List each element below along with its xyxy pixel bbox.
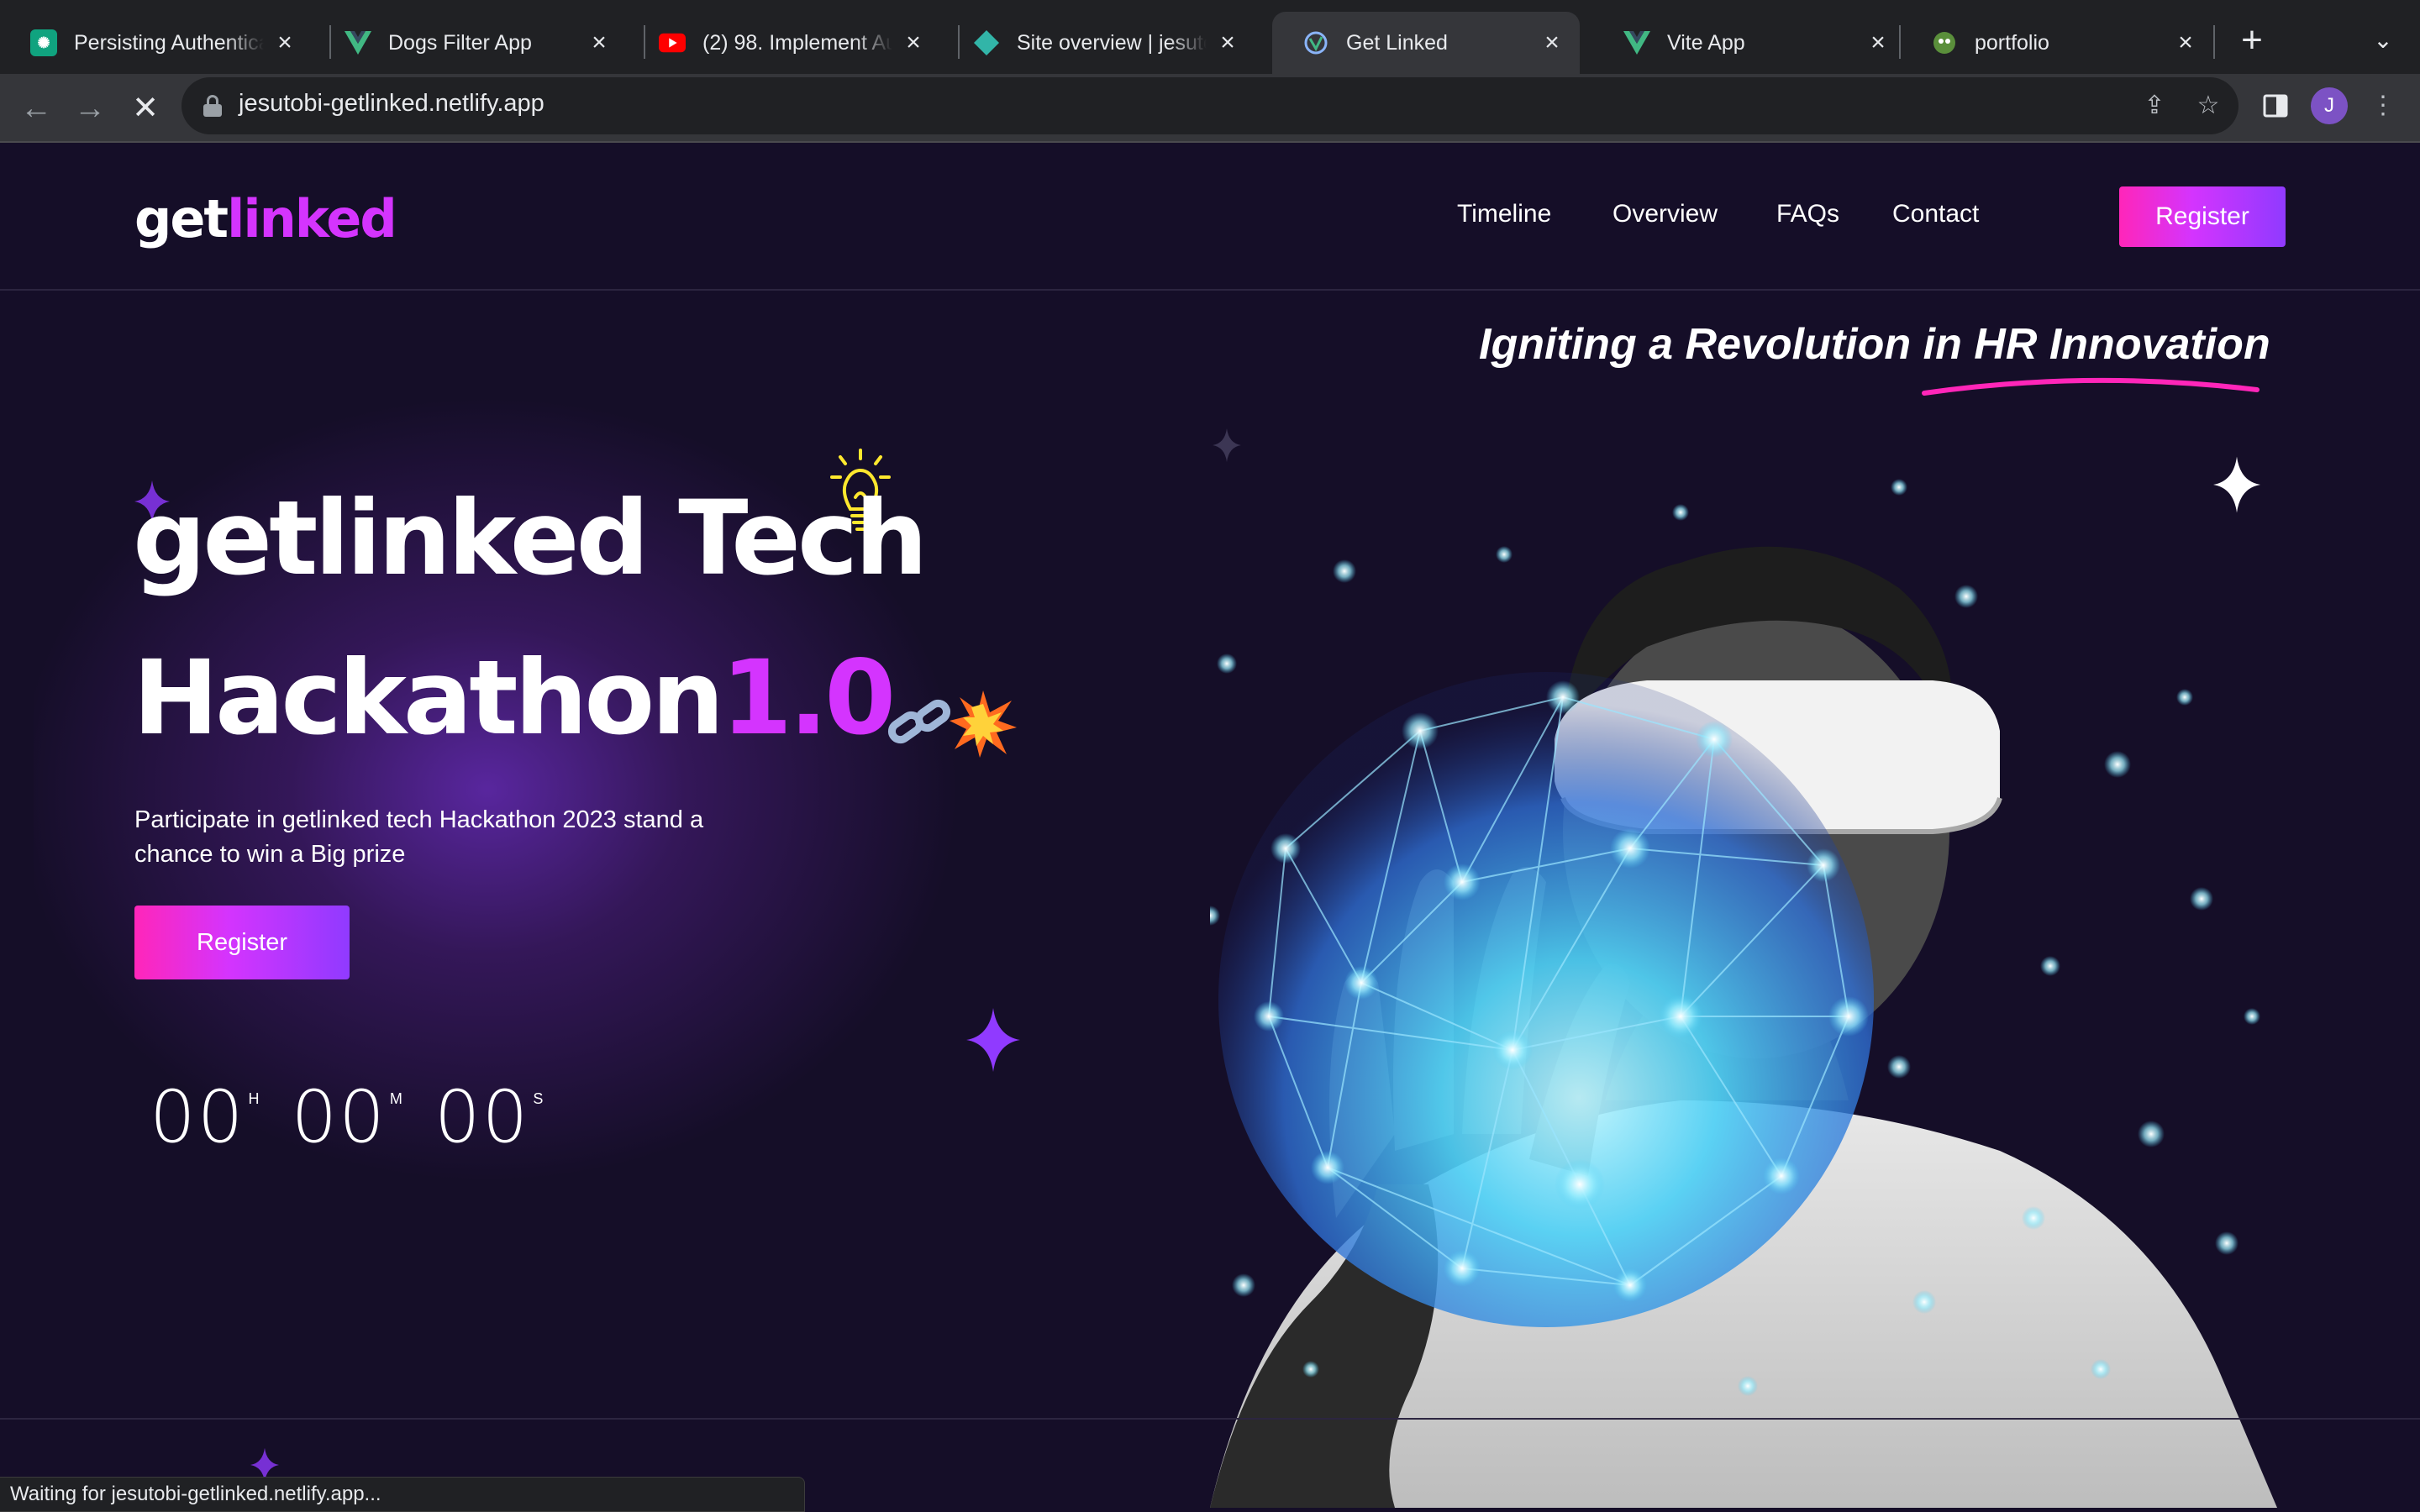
vue-icon [345,29,371,56]
tab-netlify[interactable]: Site overview | jesutobi × [943,12,1255,74]
timer-seconds-unit: S [533,1090,544,1107]
hero-register-button[interactable]: Register [134,906,350,979]
tab-get-linked[interactable]: Get Linked × [1272,12,1580,74]
vue-icon [1623,29,1650,56]
share-icon[interactable]: ⇪ [2136,87,2173,124]
tab-title: Vite App [1667,30,1745,55]
timer-hours-unit: H [248,1090,260,1107]
close-icon[interactable]: × [1865,29,1891,56]
hero-vr-illustration [1210,479,2277,1508]
side-panel-icon[interactable] [2257,87,2294,124]
collision-burst-icon [950,690,1017,758]
tab-persisting-auth[interactable]: ✺ Persisting Authentication × [0,12,313,74]
chain-link-icon [887,699,951,744]
tab-youtube[interactable]: (2) 98. Implement Auth × [629,12,941,74]
sparkle-star-icon [966,1008,1020,1072]
browser-status-bar: Waiting for jesutobi-getlinked.netlify.a… [0,1477,805,1512]
page-content: getlinked Timeline Overview FAQs Contact… [0,143,2420,1512]
close-icon[interactable]: × [901,29,926,56]
tab-title: Dogs Filter App [388,30,532,55]
stop-loading-icon[interactable]: ✕ [126,89,165,128]
timer-seconds: 00 [434,1075,530,1159]
section-divider [0,1418,2420,1420]
tab-dogs-filter[interactable]: Dogs Filter App × [314,12,627,74]
nav-link-contact[interactable]: Contact [1892,200,1979,228]
new-tab-button[interactable]: + [2235,22,2269,59]
lock-icon[interactable] [203,95,222,117]
tab-separator [2213,25,2215,59]
back-arrow-icon[interactable]: ← [17,89,55,128]
nav-link-overview[interactable]: Overview [1612,200,1718,228]
nav-link-faqs[interactable]: FAQs [1776,200,1839,228]
close-icon[interactable]: × [1539,29,1565,56]
logo-accent: linked [227,188,397,249]
tab-title: Site overview | jesutobi [1017,30,1207,55]
header-register-button[interactable]: Register [2119,186,2286,247]
close-icon[interactable]: × [587,29,612,56]
close-icon[interactable]: × [272,29,297,56]
site-header: getlinked Timeline Overview FAQs Contact… [0,143,2420,291]
tab-strip: ✺ Persisting Authentication × Dogs Filte… [0,0,2420,74]
chatgpt-icon: ✺ [30,29,57,56]
vite-icon [1302,29,1329,56]
site-logo[interactable]: getlinked [134,188,397,249]
github-icon [1931,29,1958,56]
tab-portfolio[interactable]: portfolio × [1901,12,2213,74]
tab-title: portfolio [1975,30,2049,55]
netlify-icon [973,29,1000,56]
chevron-down-icon[interactable]: ⌄ [2366,24,2400,57]
hero-version: 1.0 [721,638,896,758]
bookmark-star-icon[interactable]: ☆ [2190,87,2227,124]
timer-minutes-unit: M [389,1090,402,1107]
nav-link-timeline[interactable]: Timeline [1457,200,1551,228]
hero-title-line1: getlinked Tech [133,479,928,598]
timer-hours: 00 [150,1075,245,1159]
hero-title-line2: Hackathon1.0 [133,647,896,749]
countdown-timer: 00 H 00 M 00 S [150,1075,575,1159]
hero-description: Participate in getlinked tech Hackathon … [134,806,704,868]
forward-arrow-icon[interactable]: → [71,89,109,128]
youtube-icon [659,29,686,56]
tab-title: Get Linked [1346,30,1448,55]
tab-title: (2) 98. Implement Auth [702,30,892,55]
tab-title: Persisting Authentication [74,30,264,55]
url-text[interactable]: jesutobi-getlinked.netlify.app [239,90,544,118]
close-icon[interactable]: × [1215,29,1240,56]
tab-vite-app[interactable]: Vite App × [1593,12,1906,74]
hero-title-hackathon: Hackathon [133,638,724,758]
timer-minutes: 00 [291,1075,387,1159]
close-icon[interactable]: × [2173,29,2198,56]
logo-main: get [134,188,229,249]
hero-tagline: Igniting a Revolution in HR Innovation [1479,320,2270,369]
kebab-menu-icon[interactable]: ⋮ [2365,87,2402,124]
profile-avatar[interactable]: J [2311,87,2348,124]
